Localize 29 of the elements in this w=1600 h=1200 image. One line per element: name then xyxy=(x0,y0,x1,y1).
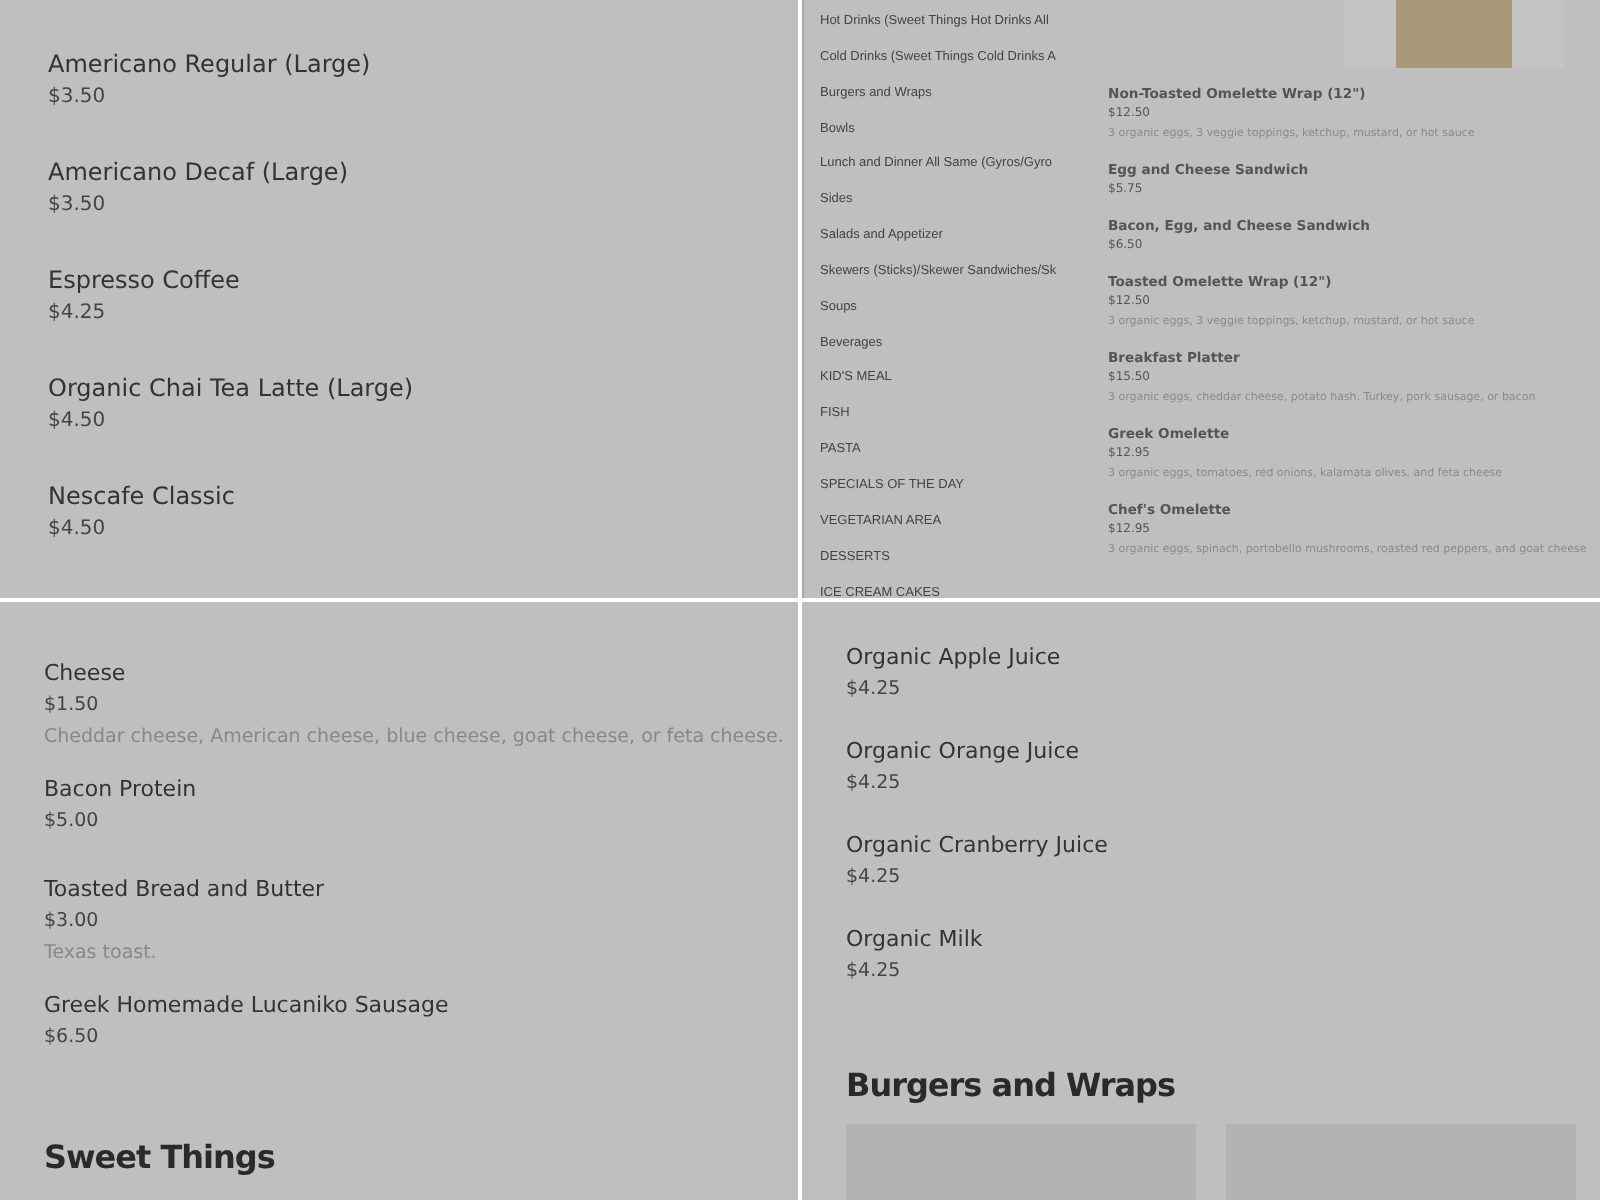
item-name: Organic Orange Juice xyxy=(846,736,1080,768)
item-name: Cheese xyxy=(44,658,126,690)
item-name: Organic Milk xyxy=(846,924,983,956)
photo-placeholder xyxy=(1396,0,1512,68)
item-price: $6.50 xyxy=(44,1024,99,1052)
item-price: $4.25 xyxy=(846,770,901,798)
item-name: Bacon Protein xyxy=(44,774,197,806)
item-price: $5.00 xyxy=(44,808,99,836)
item-name: Americano Regular (Large) xyxy=(48,48,373,80)
item-name: Organic Cranberry Juice xyxy=(846,830,1108,862)
item-price: $3.50 xyxy=(48,192,108,220)
item-price: $4.50 xyxy=(48,516,108,544)
item-price: $3.00 xyxy=(44,908,99,936)
item-price: $4.25 xyxy=(48,300,108,328)
item-price: $1.50 xyxy=(44,692,99,720)
item-price: $4.25 xyxy=(846,676,901,704)
item-name: Organic Apple Juice xyxy=(846,642,1061,674)
section-heading: Sweet Things xyxy=(44,1138,275,1176)
item-name: Espresso Coffee xyxy=(48,264,242,296)
item-price: $4.50 xyxy=(48,408,108,436)
item-price: $4.25 xyxy=(846,958,901,986)
section-heading: Burgers and Wraps xyxy=(846,1066,1176,1104)
item-name: Nescafe Classic xyxy=(48,480,237,512)
item-name: Toasted Bread and Butter xyxy=(44,874,325,906)
item-name: Greek Homemade Lucaniko Sausage xyxy=(44,990,449,1022)
item-name: Americano Decaf (Large) xyxy=(48,156,350,188)
item-price: $4.25 xyxy=(846,864,901,892)
item-name: Organic Chai Tea Latte (Large) xyxy=(48,372,416,404)
item-price: $3.50 xyxy=(48,84,108,112)
